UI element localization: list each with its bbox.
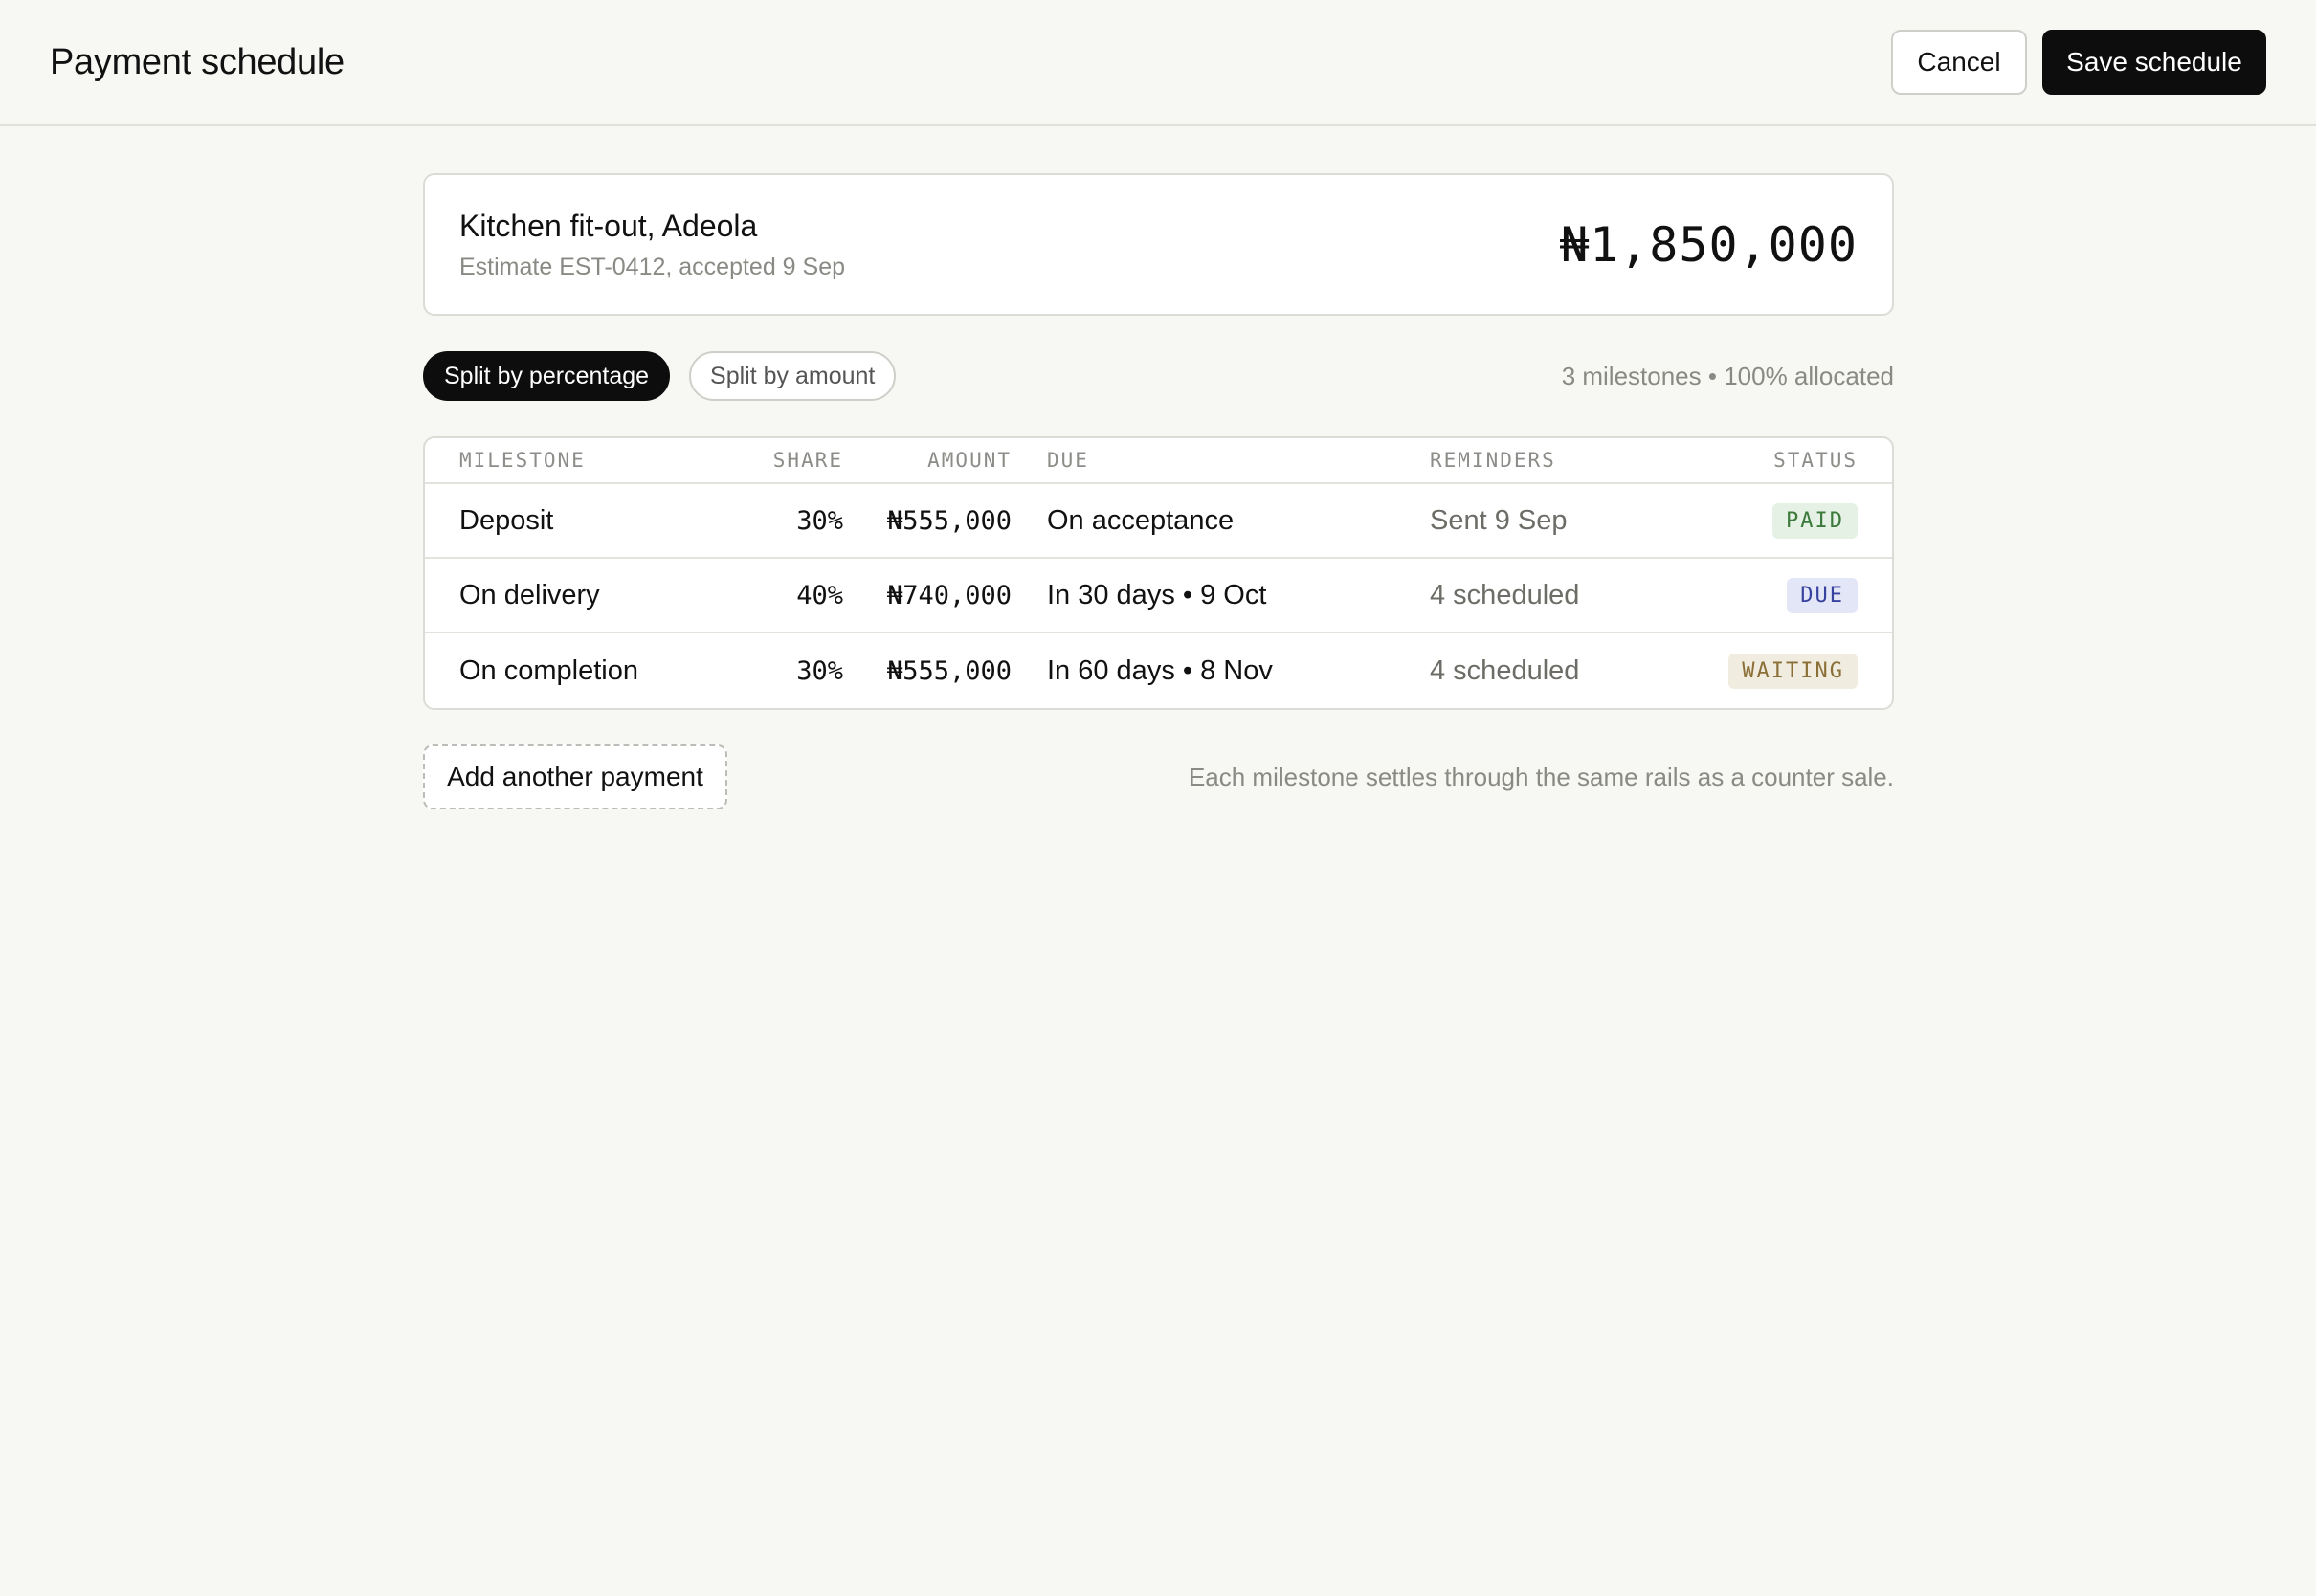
milestone-reminders: Sent 9 Sep: [1430, 504, 1568, 536]
milestone-table: MILESTONE SHARE AMOUNT DUE REMINDERS STA…: [423, 436, 1894, 710]
status-badge: WAITING: [1728, 653, 1858, 689]
header-actions: Cancel Save schedule: [1891, 30, 2266, 95]
status-cell: WAITING: [1728, 653, 1858, 689]
settlement-note: Each milestone settles through the same …: [1188, 762, 1894, 791]
milestone-reminders: 4 scheduled: [1430, 654, 1580, 686]
milestone-due: On acceptance: [1047, 504, 1235, 536]
estimate-subtitle: Estimate EST-0412, accepted 9 Sep: [459, 253, 846, 280]
main-content: Kitchen fit-out, Adeola Estimate EST-041…: [423, 173, 1894, 809]
column-header-amount: AMOUNT: [927, 449, 1012, 472]
status-badge: PAID: [1772, 502, 1858, 539]
table-header: MILESTONE SHARE AMOUNT DUE REMINDERS STA…: [425, 438, 1892, 484]
job-name: Kitchen fit-out, Adeola: [459, 208, 758, 243]
column-header-milestone: MILESTONE: [459, 449, 586, 472]
column-header-status: STATUS: [1773, 449, 1858, 472]
milestone-name: On delivery: [459, 579, 600, 610]
allocation-summary: 3 milestones • 100% allocated: [1561, 361, 1894, 390]
status-cell: DUE: [1787, 577, 1858, 613]
save-schedule-button[interactable]: Save schedule: [2042, 30, 2266, 95]
table-row[interactable]: On delivery 40% ₦740,000 In 30 days • 9 …: [425, 559, 1892, 633]
milestone-share: 30%: [796, 505, 843, 536]
table-row[interactable]: Deposit 30% ₦555,000 On acceptance Sent …: [425, 484, 1892, 559]
status-badge: DUE: [1787, 577, 1858, 613]
status-cell: PAID: [1772, 502, 1858, 539]
estimate-summary-card: Kitchen fit-out, Adeola Estimate EST-041…: [423, 173, 1894, 316]
milestone-amount: ₦555,000: [886, 655, 1012, 686]
milestone-amount: ₦555,000: [886, 505, 1012, 536]
milestone-share: 30%: [796, 655, 843, 686]
table-footer: Add another payment Each milestone settl…: [423, 744, 1894, 809]
estimate-total: ₦1,850,000: [1559, 216, 1858, 273]
milestone-due: In 60 days • 8 Nov: [1047, 654, 1273, 686]
milestone-due: In 30 days • 9 Oct: [1047, 579, 1267, 610]
column-header-share: SHARE: [772, 449, 843, 472]
milestone-name: Deposit: [459, 504, 554, 536]
split-by-amount-button[interactable]: Split by amount: [689, 351, 897, 401]
split-controls: Split by percentage Split by amount 3 mi…: [423, 350, 1894, 402]
split-by-percentage-button[interactable]: Split by percentage: [423, 351, 671, 401]
estimate-info: Kitchen fit-out, Adeola Estimate EST-041…: [459, 209, 845, 281]
milestone-name: On completion: [459, 654, 638, 686]
column-header-due: DUE: [1047, 449, 1089, 472]
cancel-button[interactable]: Cancel: [1891, 30, 2027, 95]
milestone-amount: ₦740,000: [886, 580, 1012, 610]
add-another-payment-button[interactable]: Add another payment: [423, 744, 727, 809]
page-title: Payment schedule: [50, 41, 345, 82]
column-header-reminders: REMINDERS: [1430, 449, 1556, 472]
milestone-share: 40%: [796, 580, 843, 610]
table-row[interactable]: On completion 30% ₦555,000 In 60 days • …: [425, 633, 1892, 708]
top-bar: Payment schedule Cancel Save schedule: [0, 0, 2316, 126]
milestone-reminders: 4 scheduled: [1430, 579, 1580, 610]
split-toggle: Split by percentage Split by amount: [423, 351, 897, 401]
